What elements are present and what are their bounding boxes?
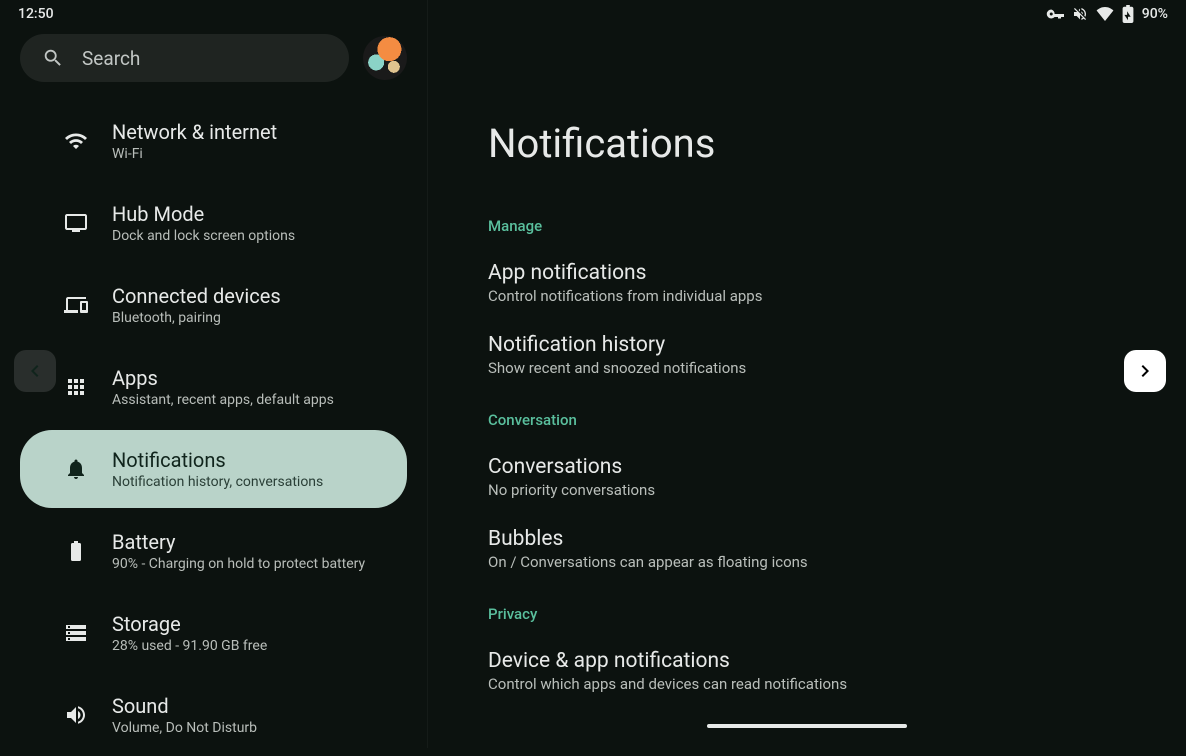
search-placeholder: Search [82, 47, 140, 70]
dock-icon [64, 211, 88, 235]
sidebar-item-subtitle: Bluetooth, pairing [112, 310, 281, 326]
sidebar-item-title: Connected devices [112, 284, 281, 308]
setting-row[interactable]: Conversations No priority conversations [488, 441, 1126, 513]
sidebar-item-connected[interactable]: Connected devices Bluetooth, pairing [20, 266, 407, 344]
chevron-right-icon [1133, 359, 1157, 383]
wifi-icon [64, 129, 88, 153]
setting-row[interactable]: Notification history Show recent and snoo… [488, 319, 1126, 391]
sidebar-item-sound[interactable]: Sound Volume, Do Not Disturb [20, 676, 407, 754]
sidebar-item-notifications[interactable]: Notifications Notification history, conve… [20, 430, 407, 508]
setting-subtitle: Control which apps and devices can read … [488, 675, 1126, 693]
sidebar-item-title: Storage [112, 612, 267, 636]
sidebar-item-title: Notifications [112, 448, 323, 472]
sidebar-item-subtitle: Assistant, recent apps, default apps [112, 392, 334, 408]
setting-row[interactable]: Device & app notifications Control which … [488, 635, 1126, 707]
setting-title: Bubbles [488, 527, 1126, 551]
section-header: Manage [488, 217, 1126, 235]
setting-title: Notification history [488, 333, 1126, 357]
setting-subtitle: Show recent and snoozed notifications [488, 359, 1126, 377]
setting-title: App notifications [488, 261, 1126, 285]
nav-forward-button[interactable] [1124, 350, 1166, 392]
settings-detail-pane: Notifications Manage App notifications Con… [428, 0, 1186, 748]
storage-icon [64, 621, 88, 645]
setting-row[interactable]: Bubbles On / Conversations can appear as … [488, 513, 1126, 585]
account-avatar[interactable] [363, 36, 407, 80]
sound-icon [64, 703, 88, 727]
gesture-handle[interactable] [707, 724, 907, 728]
sidebar-item-title: Battery [112, 530, 365, 554]
sidebar-item-network[interactable]: Network & internet Wi-Fi [20, 102, 407, 180]
chevron-left-icon [23, 359, 47, 383]
setting-subtitle: On / Conversations can appear as floatin… [488, 553, 1126, 571]
devices-icon [64, 293, 88, 317]
settings-sidebar: Search Network & internet Wi-Fi Hub Mode Do… [0, 0, 428, 748]
section-header: Privacy [488, 605, 1126, 623]
sidebar-item-subtitle: Volume, Do Not Disturb [112, 720, 257, 736]
sidebar-item-battery[interactable]: Battery 90% - Charging on hold to protect… [20, 512, 407, 590]
sidebar-item-title: Apps [112, 366, 334, 390]
sidebar-item-apps[interactable]: Apps Assistant, recent apps, default apps [20, 348, 407, 426]
sidebar-item-subtitle: Wi-Fi [112, 146, 277, 162]
bell-icon [64, 457, 88, 481]
section-header: Conversation [488, 411, 1126, 429]
sidebar-nav-list: Network & internet Wi-Fi Hub Mode Dock and … [0, 100, 427, 756]
sidebar-item-hubmode[interactable]: Hub Mode Dock and lock screen options [20, 184, 407, 262]
sidebar-item-title: Hub Mode [112, 202, 295, 226]
setting-title: Device & app notifications [488, 649, 1126, 673]
battery-icon [64, 539, 88, 563]
setting-subtitle: No priority conversations [488, 481, 1126, 499]
search-input[interactable]: Search [20, 34, 349, 82]
sidebar-item-subtitle: Notification history, conversations [112, 474, 323, 490]
setting-subtitle: Control notifications from individual ap… [488, 287, 1126, 305]
setting-row[interactable]: App notifications Control notifications f… [488, 247, 1126, 319]
sidebar-item-subtitle: 28% used - 91.90 GB free [112, 638, 267, 654]
search-icon [42, 47, 64, 69]
sidebar-item-storage[interactable]: Storage 28% used - 91.90 GB free [20, 594, 407, 672]
sidebar-item-title: Sound [112, 694, 257, 718]
apps-icon [64, 375, 88, 399]
page-title: Notifications [488, 120, 1126, 167]
sidebar-item-subtitle: Dock and lock screen options [112, 228, 295, 244]
sidebar-item-subtitle: 90% - Charging on hold to protect batter… [112, 556, 365, 572]
setting-title: Conversations [488, 455, 1126, 479]
sidebar-item-title: Network & internet [112, 120, 277, 144]
nav-back-button[interactable] [14, 350, 56, 392]
